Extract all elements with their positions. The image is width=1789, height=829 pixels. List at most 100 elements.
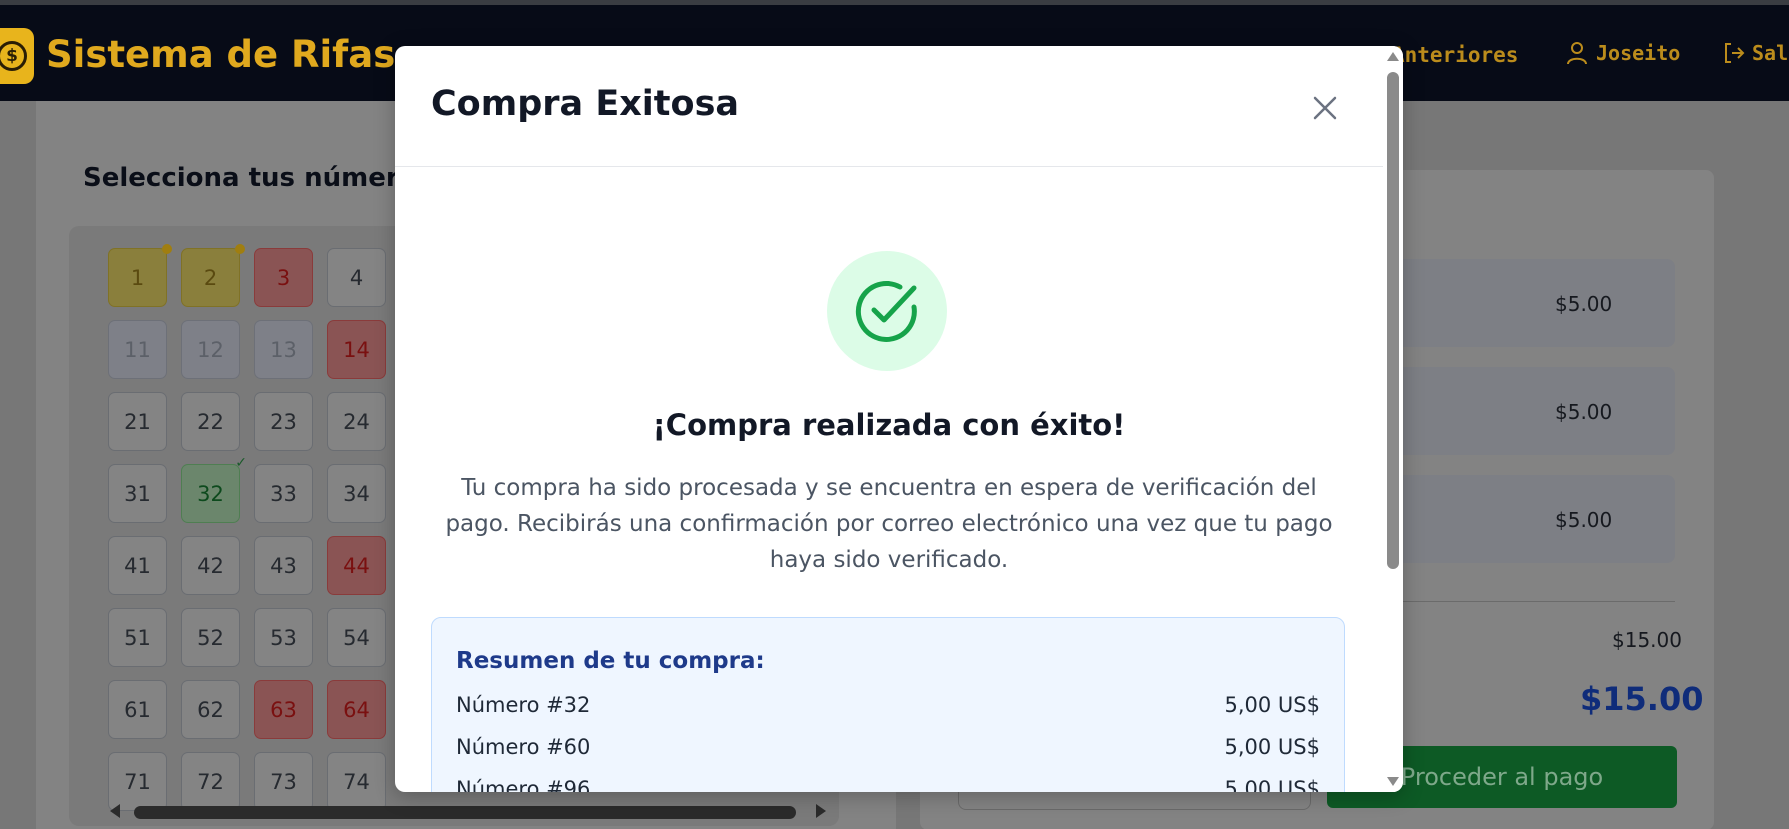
logo[interactable]: $ <box>0 28 34 84</box>
nav-user[interactable]: Joseito <box>1566 41 1680 65</box>
number-tile-13[interactable]: 13 <box>254 320 313 379</box>
number-tile-label: 4 <box>349 265 364 290</box>
number-tile-3[interactable]: 3 <box>254 248 313 307</box>
grid-horizontal-scrollbar[interactable] <box>110 804 826 820</box>
brand-title[interactable]: Sistema de Rifas <box>46 33 395 76</box>
nav-logout[interactable]: Salir <box>1722 41 1789 65</box>
number-tile-43[interactable]: 43 <box>254 536 313 595</box>
number-tile-label: 54 <box>343 625 370 650</box>
number-tile-44[interactable]: 44 <box>327 536 386 595</box>
summary-item-label: Número #32 <box>456 693 591 717</box>
success-message: Tu compra ha sido procesada y se encuent… <box>445 475 1333 573</box>
number-tile-label: 51 <box>124 625 151 650</box>
summary-row: Número #32 5,00 US$ <box>456 693 1320 723</box>
close-button[interactable] <box>1305 88 1345 128</box>
success-heading: ¡Compra realizada con éxito! <box>652 408 1126 442</box>
number-tile-41[interactable]: 41 <box>108 536 167 595</box>
check-circle-icon <box>855 280 917 342</box>
number-tile-label: 71 <box>124 769 151 794</box>
number-tile-53[interactable]: 53 <box>254 608 313 667</box>
number-tile-label: 43 <box>270 553 297 578</box>
summary-row: Número #96 5,00 US$ <box>456 777 1320 792</box>
logout-icon <box>1725 43 1745 63</box>
number-tile-label: 12 <box>197 337 224 362</box>
number-tile-label: 52 <box>197 625 224 650</box>
scrollbar-thumb[interactable] <box>1387 72 1399 569</box>
close-icon <box>1313 96 1337 120</box>
number-tile-label: 44 <box>343 553 370 578</box>
dollar-coin-icon: $ <box>0 41 27 71</box>
number-tile-61[interactable]: 61 <box>108 680 167 739</box>
user-icon <box>1567 42 1587 65</box>
number-tile-72[interactable]: 72 <box>181 752 240 811</box>
number-tile-label: 13 <box>270 337 297 362</box>
number-tile-34[interactable]: 34 <box>327 464 386 523</box>
number-tile-14[interactable]: 14 <box>327 320 386 379</box>
number-tile-74[interactable]: 74 <box>327 752 386 811</box>
number-tile-33[interactable]: 33 <box>254 464 313 523</box>
number-tile-42[interactable]: 42 <box>181 536 240 595</box>
check-icon: ✓ <box>235 455 247 471</box>
summary-item-amount: 5,00 US$ <box>1224 693 1321 717</box>
purchase-summary-title: Resumen de tu compra: <box>456 648 765 674</box>
purchase-summary: Resumen de tu compra: Número #32 5,00 US… <box>431 617 1345 792</box>
number-tile-54[interactable]: 54 <box>327 608 386 667</box>
number-tile-label: 74 <box>343 769 370 794</box>
number-tile-24[interactable]: 24 <box>327 392 386 451</box>
scrollbar-thumb[interactable] <box>134 806 796 819</box>
number-tile-label: 42 <box>197 553 224 578</box>
number-tile-52[interactable]: 52 <box>181 608 240 667</box>
number-tile-label: 34 <box>343 481 370 506</box>
summary-row: Número #60 5,00 US$ <box>456 735 1320 765</box>
number-tile-label: 63 <box>270 697 297 722</box>
number-tile-22[interactable]: 22 <box>181 392 240 451</box>
number-tile-23[interactable]: 23 <box>254 392 313 451</box>
purchase-success-modal: Compra Exitosa ¡Compra realizada con éxi… <box>395 46 1403 792</box>
number-tile-label: 22 <box>197 409 224 434</box>
scroll-down-icon[interactable] <box>1387 777 1399 786</box>
number-tile-1[interactable]: 1 <box>108 244 172 307</box>
cart-total: $15.00 <box>1580 680 1704 718</box>
scroll-right-icon[interactable] <box>816 804 826 818</box>
number-tile-12[interactable]: 12 <box>181 320 240 379</box>
cart-subtotal: $15.00 <box>1612 628 1682 652</box>
number-tile-4[interactable]: 4 <box>327 248 386 307</box>
reserved-dot-icon <box>235 244 245 254</box>
number-tile-73[interactable]: 73 <box>254 752 313 811</box>
modal-title: Compra Exitosa <box>431 84 740 124</box>
nav-link-anteriores[interactable]: Anteriores <box>1392 43 1518 67</box>
number-tile-label: 33 <box>270 481 297 506</box>
modal-header: Compra Exitosa <box>395 46 1383 167</box>
number-tile-label: 53 <box>270 625 297 650</box>
modal-vertical-scrollbar[interactable] <box>1383 46 1403 792</box>
number-tile-32[interactable]: 32 ✓ <box>181 455 247 523</box>
cart-item-price: $5.00 <box>1555 400 1613 424</box>
number-tile-31[interactable]: 31 <box>108 464 167 523</box>
number-tile-71[interactable]: 71 <box>108 752 167 811</box>
number-tile-label: 21 <box>124 409 151 434</box>
scroll-up-icon[interactable] <box>1387 52 1399 61</box>
reserved-dot-icon <box>162 244 172 254</box>
number-tile-label: 23 <box>270 409 297 434</box>
summary-item-label: Número #60 <box>456 735 591 759</box>
number-tile-label: 72 <box>197 769 224 794</box>
summary-item-amount: 5,00 US$ <box>1224 777 1321 792</box>
scroll-left-icon[interactable] <box>110 804 120 818</box>
success-badge <box>827 251 947 371</box>
number-tile-2[interactable]: 2 <box>181 244 245 307</box>
number-tile-62[interactable]: 62 <box>181 680 240 739</box>
number-tile-label: 64 <box>343 697 370 722</box>
number-tile-label: 1 <box>130 265 145 290</box>
number-tile-21[interactable]: 21 <box>108 392 167 451</box>
number-tile-label: 32 <box>197 481 224 506</box>
summary-item-label: Número #96 <box>456 777 591 792</box>
cart-item-price: $5.00 <box>1555 292 1613 316</box>
number-tile-64[interactable]: 64 <box>327 680 386 739</box>
nav-user-name: Joseito <box>1596 41 1681 65</box>
cart-item-price: $5.00 <box>1555 508 1613 532</box>
number-tile-label: 62 <box>197 697 224 722</box>
number-tile-63[interactable]: 63 <box>254 680 313 739</box>
number-tile-51[interactable]: 51 <box>108 608 167 667</box>
number-tile-label: 11 <box>124 337 151 362</box>
number-tile-11[interactable]: 11 <box>108 320 167 379</box>
